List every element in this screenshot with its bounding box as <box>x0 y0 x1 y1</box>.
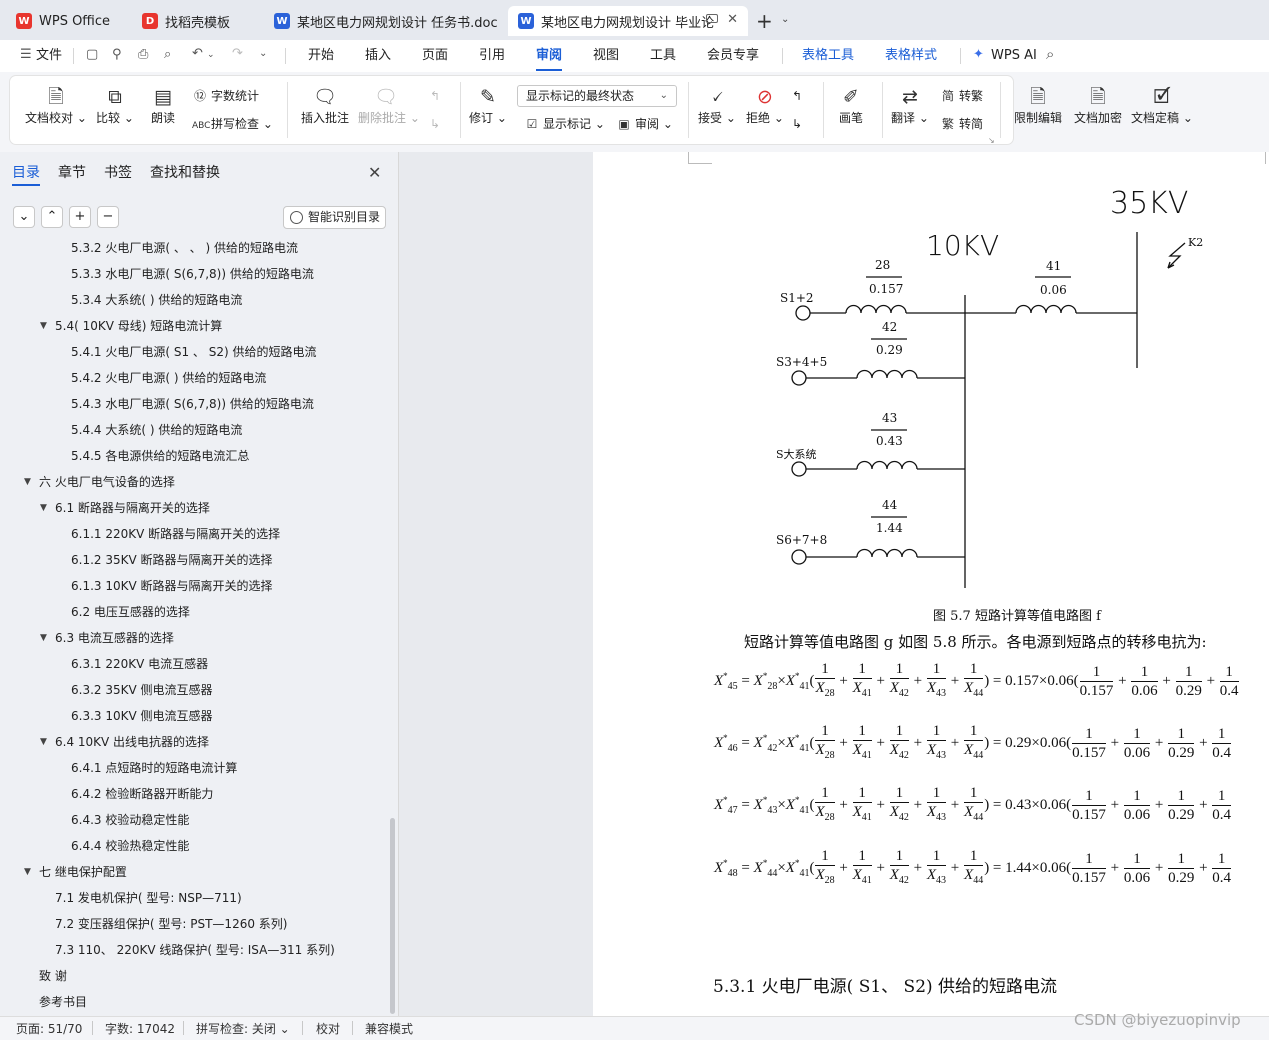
toc-item[interactable]: 参考书目 <box>39 992 87 1012</box>
branch-value: 0.43 <box>876 434 903 448</box>
toc-item[interactable]: 七 继电保护配置 <box>39 862 127 882</box>
bus-10kv-label: 10KV <box>926 229 1000 262</box>
branch-value: 1.44 <box>876 521 903 535</box>
toc-item[interactable]: 6.4.2 检验断路器开断能力 <box>71 784 213 804</box>
bus-35kv-label: 35KV <box>1110 186 1189 221</box>
equivalent-circuit-diagram <box>791 232 1186 588</box>
toc-item[interactable]: 7.2 变压器组保护( 型号: PST—1260 系列) <box>55 914 287 934</box>
toc-item[interactable]: 6.3 电流互感器的选择 <box>55 628 174 648</box>
equation: X*47 = X*43×X*41(1 X28 + 1 X41 + 1 X42 + 1X… <box>714 785 1232 823</box>
reactance-coil-41 <box>1015 304 1077 314</box>
toc-item[interactable]: 7.3 110、 220KV 线路保护( 型号: ISA—311 系列) <box>55 940 335 960</box>
word-count[interactable]: 字数: 17042 <box>105 1020 175 1037</box>
source-node <box>791 370 807 386</box>
proofread-status[interactable]: 校对 <box>316 1020 340 1037</box>
divider <box>302 1021 303 1035</box>
toc-item[interactable]: 6.4.3 校验动稳定性能 <box>71 810 189 830</box>
branch-id: 44 <box>882 498 898 512</box>
branch-value: 0.29 <box>876 343 903 357</box>
source-node <box>795 305 811 321</box>
page-indicator[interactable]: 页面: 51/70 <box>16 1020 82 1037</box>
branch-value: 0.157 <box>869 282 904 296</box>
equation: X*45 = X*28×X*41(1 X28 + 1 X41 + 1 X42 + 1X… <box>714 661 1239 699</box>
figure-caption: 图 5.7 短路计算等值电路图 f <box>933 609 1101 624</box>
source-label: S1+2 <box>780 291 814 305</box>
body-paragraph: 短路计算等值电路图 g 如图 5.8 所示。各电源到短路点的转移电抗为: <box>744 633 1207 651</box>
toc-item[interactable]: 7.1 发电机保护( 型号: NSP—711) <box>55 888 242 908</box>
equation: X*48 = X*44×X*41(1 X28 + 1 X41 + 1 X42 + 1X… <box>714 848 1232 886</box>
source-label: S3+4+5 <box>776 355 828 369</box>
expand-arrow-icon[interactable]: ▼ <box>40 737 47 747</box>
nav-scrollbar[interactable] <box>390 818 395 1014</box>
toc-item[interactable]: 6.4 10KV 出线电抗器的选择 <box>55 732 209 752</box>
divider <box>92 1021 93 1035</box>
toc-item[interactable]: 6.3.3 10KV 侧电流互感器 <box>71 706 213 726</box>
fault-label: K2 <box>1188 236 1204 249</box>
fault-symbol <box>1167 242 1186 269</box>
reactance-coil-43 <box>856 460 918 470</box>
source-node <box>791 461 807 477</box>
section-heading: 5.3.1 火电厂电源( S1、 S2) 供给的短路电流 <box>713 977 1058 997</box>
divider <box>183 1021 184 1035</box>
compat-mode: 兼容模式 <box>365 1022 414 1036</box>
source-node <box>791 549 807 565</box>
toc-item[interactable]: 6.4.1 点短路时的短路电流计算 <box>71 758 237 778</box>
reactance-coil-44 <box>856 548 918 558</box>
toc-item[interactable]: 6.3.2 35KV 侧电流互感器 <box>71 680 213 700</box>
spell-check-status[interactable]: 拼写检查: 关闭 ⌄ <box>196 1020 290 1037</box>
toc-item[interactable]: 致 谢 <box>39 966 67 986</box>
watermark: CSDN @biyezuopinvip <box>1074 1011 1241 1029</box>
expand-arrow-icon[interactable]: ▼ <box>24 867 31 877</box>
branch-id: 43 <box>882 411 898 425</box>
branch-id: 41 <box>1046 259 1062 273</box>
expand-arrow-icon[interactable]: ▼ <box>40 633 47 643</box>
branch-value: 0.06 <box>1040 283 1067 297</box>
equation: X*46 = X*42×X*41(1 X28 + 1 X41 + 1 X42 + 1X… <box>714 723 1232 761</box>
reactance-coil-28 <box>845 304 907 314</box>
source-label: S6+7+8 <box>776 533 828 547</box>
branch-id: 42 <box>882 320 898 334</box>
divider <box>352 1021 353 1035</box>
source-label: S大系统 <box>776 448 817 461</box>
toc-item[interactable]: 6.4.4 校验热稳定性能 <box>71 836 189 856</box>
reactance-coil-42 <box>856 369 918 379</box>
branch-id: 28 <box>875 258 891 272</box>
toc-item[interactable]: 6.3.1 220KV 电流互感器 <box>71 654 208 674</box>
